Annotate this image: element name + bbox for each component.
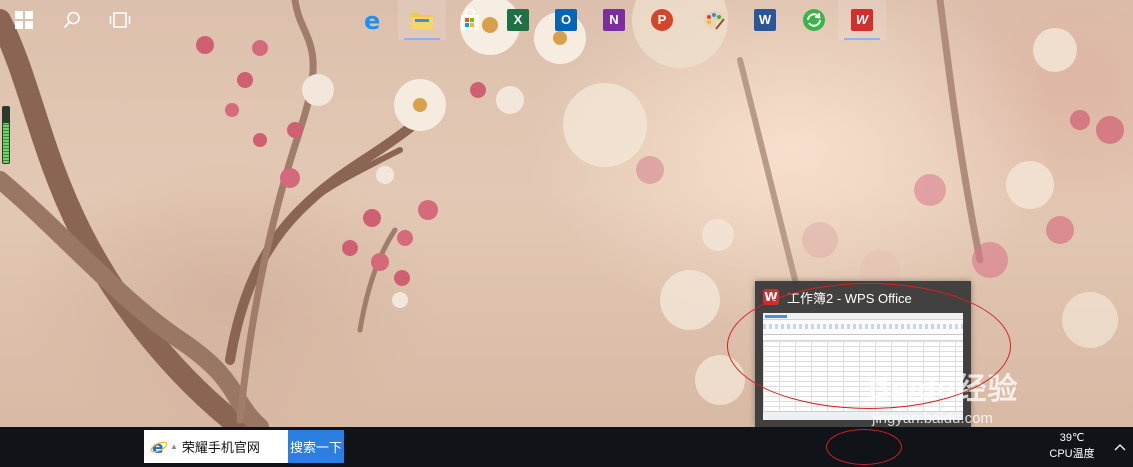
svg-text:e: e bbox=[364, 8, 380, 32]
taskbar-app-outlook[interactable]: O bbox=[542, 0, 590, 40]
outlook-icon: O bbox=[555, 9, 577, 31]
taskbar-app-word[interactable]: W bbox=[741, 0, 789, 40]
taskbar-app-file-explorer[interactable] bbox=[398, 0, 446, 40]
side-level-gauge bbox=[2, 106, 10, 164]
taskbar-app-browser-360[interactable] bbox=[790, 0, 838, 40]
thumbnail-tab-accent bbox=[765, 315, 787, 318]
excel-icon: X bbox=[507, 9, 529, 31]
onenote-icon: N bbox=[603, 9, 625, 31]
search-query-text: 荣耀手机官网 bbox=[181, 440, 260, 455]
magnifier-icon bbox=[63, 11, 80, 29]
taskbar-app-store[interactable] bbox=[446, 0, 494, 40]
show-hidden-icons-button[interactable] bbox=[1107, 433, 1133, 461]
search-input[interactable]: e ▲ 荣耀手机官网 bbox=[144, 430, 288, 463]
running-indicator bbox=[404, 38, 440, 40]
svg-text:e: e bbox=[152, 438, 164, 456]
taskbar-app-powerpoint[interactable]: P bbox=[638, 0, 686, 40]
powerpoint-icon: P bbox=[651, 9, 673, 31]
green-refresh-icon bbox=[803, 9, 825, 31]
preview-title-bar: W 工作簿2 - WPS Office bbox=[763, 288, 963, 306]
engine-dropdown-caret-icon[interactable]: ▲ bbox=[170, 442, 178, 451]
running-indicator bbox=[844, 38, 880, 40]
thumbnail-ribbon bbox=[763, 320, 963, 335]
start-button[interactable] bbox=[0, 0, 48, 40]
taskbar-app-onenote[interactable]: N bbox=[590, 0, 638, 40]
taskbar-app-wps[interactable]: W bbox=[838, 0, 886, 40]
taskbar-app-excel[interactable]: X bbox=[494, 0, 542, 40]
edge-e-icon: e bbox=[364, 8, 380, 32]
taskbar-app-paint[interactable] bbox=[690, 0, 738, 40]
chevron-up-icon bbox=[1114, 444, 1126, 451]
watermark-brand: Baidu经验 bbox=[868, 373, 1019, 406]
search-submit-button[interactable]: 搜索一下 bbox=[288, 430, 344, 463]
cpu-temperature-widget[interactable]: 39℃ CPU温度 bbox=[1044, 430, 1100, 464]
cpu-temperature-value: 39℃ bbox=[1059, 432, 1085, 444]
taskbar-app-edge[interactable]: e bbox=[350, 0, 398, 40]
wps-logo-icon: W bbox=[763, 289, 779, 305]
taskbar-search-button[interactable] bbox=[48, 0, 96, 40]
wps-icon: W bbox=[851, 9, 873, 31]
task-view-icon bbox=[109, 12, 131, 28]
preview-title: 工作簿2 - WPS Office bbox=[787, 290, 912, 306]
thumbnail-ribbon-tabs bbox=[763, 313, 963, 320]
word-icon: W bbox=[754, 9, 776, 31]
baidu-watermark: Baidu经验 jingyan.baidu.com bbox=[868, 358, 1068, 428]
ie-browser-icon: e bbox=[150, 438, 168, 456]
cpu-temperature-label: CPU温度 bbox=[1049, 448, 1095, 460]
windows-logo-icon bbox=[15, 11, 33, 29]
task-view-button[interactable] bbox=[96, 0, 144, 40]
paint-palette-icon bbox=[703, 11, 725, 30]
store-bag-icon bbox=[461, 9, 479, 30]
watermark-url: jingyan.baidu.com bbox=[872, 410, 993, 427]
folder-icon bbox=[411, 13, 433, 29]
